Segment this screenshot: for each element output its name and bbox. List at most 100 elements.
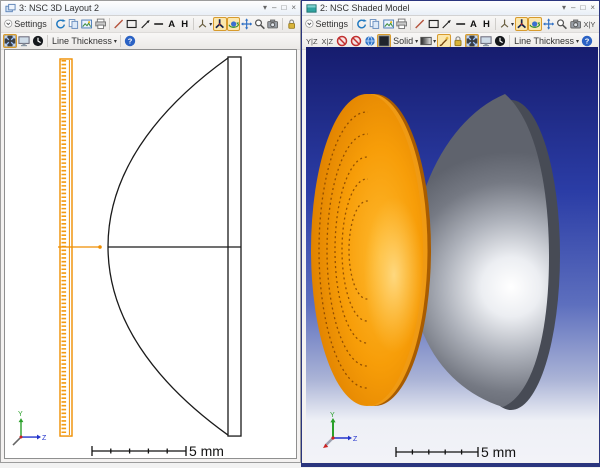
pin-button[interactable]: ▾ xyxy=(562,3,566,13)
globe-button[interactable] xyxy=(363,34,377,48)
chevron-down-icon: ▾ xyxy=(511,21,515,28)
scale-label: 5 mm xyxy=(481,444,516,460)
shaded-render: Y Z 5 mm xyxy=(306,47,598,462)
orientation-dropdown[interactable]: ▾ xyxy=(498,17,515,31)
pin-button[interactable]: ▾ xyxy=(263,3,267,13)
print-button[interactable] xyxy=(94,17,107,31)
chevron-down-icon: ▾ xyxy=(209,21,213,28)
layout-titlebar[interactable]: 3: NSC 3D Layout 2 ▾ – □ × xyxy=(1,1,300,16)
view-xy-button[interactable]: X|Y xyxy=(582,17,597,31)
settings-dropdown[interactable]: Settings xyxy=(3,17,49,31)
update-button[interactable] xyxy=(54,17,67,31)
draw-rectangle-button[interactable] xyxy=(125,17,138,31)
draw-line-button[interactable] xyxy=(112,17,125,31)
annotate-h-button[interactable]: H xyxy=(178,17,191,31)
help-button[interactable]: ? xyxy=(580,34,594,48)
layout-drawing: Y Z 5 mm xyxy=(12,56,242,458)
draw-rectangle-button[interactable] xyxy=(427,17,440,31)
layout-canvas[interactable]: Y Z 5 mm xyxy=(4,49,297,459)
window-icon xyxy=(306,3,317,13)
window-title: 3: NSC 3D Layout 2 xyxy=(19,3,100,13)
layout-window: 3: NSC 3D Layout 2 ▾ – □ × Settings A H ▾ L… xyxy=(0,0,301,463)
draw-hline-button[interactable] xyxy=(454,17,467,31)
minimize-button[interactable]: – xyxy=(272,3,276,13)
orbit-button[interactable] xyxy=(226,17,240,31)
axis-y-label: Y xyxy=(330,412,335,419)
window-icon xyxy=(5,3,16,12)
zoom-button[interactable] xyxy=(253,17,266,31)
annotate-text-button[interactable]: A xyxy=(165,17,178,31)
pan-button[interactable] xyxy=(542,17,555,31)
fresnel-element-wireframe xyxy=(58,58,102,437)
line-thickness-dropdown[interactable]: Line Thickness ▾ xyxy=(512,34,580,48)
maximize-button[interactable]: □ xyxy=(580,3,585,13)
snapshot-button[interactable] xyxy=(266,17,279,31)
toolbar-separator xyxy=(119,35,121,47)
hide-sources-button[interactable] xyxy=(349,34,363,48)
toolbar-separator xyxy=(509,35,511,47)
chevron-down-icon: ▾ xyxy=(433,38,437,45)
draw-arrow-button[interactable] xyxy=(139,17,152,31)
zoom-button[interactable] xyxy=(555,17,568,31)
axis-z-label: Z xyxy=(353,436,358,443)
line-thickness-dropdown[interactable]: Line Thickness ▾ xyxy=(50,34,118,48)
minimize-button[interactable]: – xyxy=(571,3,575,13)
layout-toolbar-row1: Settings A H ▾ xyxy=(1,16,300,33)
color-scheme-dropdown[interactable]: ▾ xyxy=(419,34,437,48)
toolbar-separator xyxy=(281,18,283,30)
toolbar-separator xyxy=(50,18,52,30)
opacity-dropdown[interactable]: Solid ▾ xyxy=(391,34,419,48)
annotate-h-button[interactable]: H xyxy=(480,17,493,31)
draw-line-button[interactable] xyxy=(413,17,426,31)
isometric-view-button[interactable] xyxy=(213,17,227,31)
draw-hline-button[interactable] xyxy=(152,17,165,31)
copy-button[interactable] xyxy=(67,17,80,31)
shaded-model-window: 2: NSC Shaded Model ▾ – □ × Settings A H ▾ X… xyxy=(301,0,600,467)
chevron-down-icon: ▾ xyxy=(113,38,117,45)
standalone-window-button[interactable] xyxy=(17,34,31,48)
scale-label: 5 mm xyxy=(189,443,224,458)
background-color-button[interactable] xyxy=(377,34,392,48)
toolbar-separator xyxy=(352,18,354,30)
toolbar-separator xyxy=(47,35,48,47)
maximize-button[interactable]: □ xyxy=(281,3,286,13)
orientation-dropdown[interactable]: ▾ xyxy=(196,17,213,31)
settings-dropdown[interactable]: Settings xyxy=(304,17,350,31)
fit-window-button[interactable] xyxy=(3,34,17,48)
isometric-view-button[interactable] xyxy=(515,17,529,31)
shaded-viewport[interactable]: Y Z 5 mm xyxy=(306,47,598,462)
chevron-down-icon: ▾ xyxy=(415,38,419,45)
chevron-down-icon: ▾ xyxy=(576,38,580,45)
copy-button[interactable] xyxy=(368,17,381,31)
help-button[interactable]: ? xyxy=(123,34,137,48)
toolbar-separator xyxy=(193,18,195,30)
view-xz-button[interactable]: X|Z xyxy=(320,34,336,48)
layout-toolbar-row2: Line Thickness ▾? xyxy=(1,33,300,50)
annotate-text-button[interactable]: A xyxy=(467,17,480,31)
toolbar-separator xyxy=(410,18,412,30)
print-button[interactable] xyxy=(395,17,408,31)
snapshot-button[interactable] xyxy=(569,17,582,31)
standalone-window-button[interactable] xyxy=(479,34,493,48)
lock-button[interactable] xyxy=(285,17,298,31)
lock-button[interactable] xyxy=(451,34,465,48)
orientation-triad: Y Z xyxy=(12,411,47,446)
brush-button[interactable] xyxy=(437,34,452,48)
fit-window-button[interactable] xyxy=(465,34,480,48)
svg-text:?: ? xyxy=(128,37,133,46)
close-button[interactable]: × xyxy=(291,3,296,13)
animate-button[interactable] xyxy=(31,34,45,48)
opticstudio-workspace: 3: NSC 3D Layout 2 ▾ – □ × Settings A H ▾ L… xyxy=(0,0,600,468)
pan-button[interactable] xyxy=(240,17,253,31)
lens-wireframe xyxy=(107,56,242,437)
update-button[interactable] xyxy=(355,17,368,31)
orbit-button[interactable] xyxy=(528,17,542,31)
draw-arrow-button[interactable] xyxy=(440,17,453,31)
view-yz-button[interactable]: Y|Z xyxy=(304,34,320,48)
hide-rays-button[interactable] xyxy=(335,34,349,48)
save-image-button[interactable] xyxy=(80,17,93,31)
shaded-titlebar[interactable]: 2: NSC Shaded Model ▾ – □ × xyxy=(302,1,599,16)
save-image-button[interactable] xyxy=(382,17,395,31)
close-button[interactable]: × xyxy=(590,3,595,13)
animate-button[interactable] xyxy=(493,34,507,48)
